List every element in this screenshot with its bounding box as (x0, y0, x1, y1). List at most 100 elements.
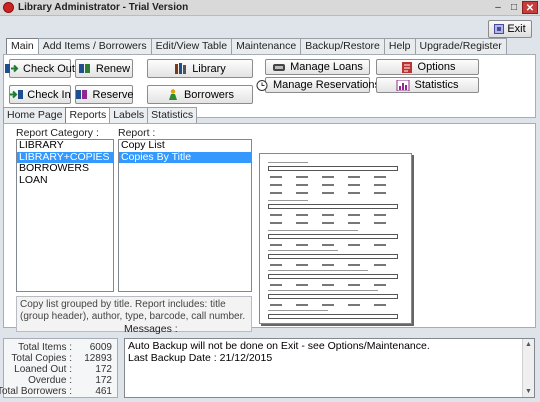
preview-row (270, 304, 390, 306)
preview-text (268, 250, 338, 251)
list-item[interactable]: Copies By Title (119, 151, 251, 163)
reports-panel: Report Category : Report : LIBRARY LIBRA… (3, 123, 536, 332)
statistics-button[interactable]: Statistics (376, 77, 479, 93)
preview-table-header (268, 166, 398, 171)
library-label: Library (192, 62, 226, 75)
manage-loans-button[interactable]: Manage Loans (265, 59, 370, 75)
tab-backup-restore[interactable]: Backup/Restore (300, 38, 385, 54)
preview-row (270, 192, 390, 194)
manage-reservations-label: Manage Reservations (273, 79, 381, 91)
exit-button[interactable]: Exit (488, 20, 532, 38)
preview-text (268, 230, 358, 231)
check-out-icon (5, 64, 19, 73)
tab-statistics[interactable]: Statistics (147, 107, 198, 123)
borrowers-label: Borrowers (183, 88, 235, 101)
messages-scrollbar[interactable]: ▲ ▼ (522, 339, 534, 397)
message-line: Last Backup Date : 21/12/2015 (128, 351, 273, 364)
tab-help[interactable]: Help (383, 38, 416, 54)
report-category-label: Report Category : (16, 127, 99, 139)
renew-label: Renew (95, 62, 131, 75)
check-out-button[interactable]: Check Out (5, 59, 75, 78)
preview-row (270, 264, 390, 266)
renew-button[interactable]: Renew (75, 59, 133, 78)
check-in-icon (10, 90, 24, 99)
preview-table-header (268, 234, 398, 239)
stat-overdue: Overdue :172 (28, 375, 112, 386)
scroll-up-icon[interactable]: ▲ (523, 339, 534, 350)
preview-table-header (268, 294, 398, 299)
report-category-list[interactable]: LIBRARY LIBRARY+COPIES BORROWERS LOAN (16, 139, 114, 292)
sub-tab-strip: Home Page Reports Labels Statistics (3, 107, 198, 123)
title-bar: Library Administrator - Trial Version – … (0, 0, 540, 16)
statistics-icon (396, 79, 410, 91)
preview-text (268, 290, 378, 291)
close-window-button[interactable]: ✕ (522, 1, 538, 14)
tab-edit-view-table[interactable]: Edit/View Table (150, 38, 233, 54)
preview-row (270, 222, 390, 224)
statistics-label: Statistics (414, 79, 459, 91)
library-button[interactable]: Library (147, 59, 253, 78)
borrowers-button[interactable]: Borrowers (147, 85, 253, 104)
list-item[interactable]: LIBRARY (17, 139, 113, 152)
preview-table-header (268, 274, 398, 279)
stat-total-copies: Total Copies :12893 (11, 353, 112, 364)
stat-total-borrowers: Total Borrowers :461 (0, 386, 112, 397)
tab-upgrade-register[interactable]: Upgrade/Register (414, 38, 507, 54)
maximize-button[interactable]: □ (506, 1, 522, 14)
window-title: Library Administrator - Trial Version (18, 2, 189, 13)
preview-table-header (268, 314, 398, 319)
stat-total-items: Total Items :6009 (18, 342, 112, 353)
stat-loaned-out: Loaned Out :172 (14, 364, 112, 375)
preview-text (268, 310, 328, 311)
preview-text (268, 200, 308, 201)
preview-text (268, 162, 308, 163)
preview-text (268, 270, 368, 271)
list-item[interactable]: BORROWERS (17, 162, 113, 175)
list-item[interactable]: LOAN (17, 174, 113, 187)
tab-labels[interactable]: Labels (109, 107, 149, 123)
reserve-button[interactable]: Reserve (75, 85, 133, 104)
tab-main[interactable]: Main (6, 38, 39, 55)
renew-icon (78, 64, 90, 73)
message-line: Auto Backup will not be done on Exit - s… (128, 340, 430, 352)
tab-reports[interactable]: Reports (65, 107, 111, 123)
reserve-icon (75, 90, 87, 99)
scroll-down-icon[interactable]: ▼ (523, 386, 534, 397)
preview-row (270, 214, 390, 216)
check-in-label: Check In (27, 88, 71, 101)
report-label: Report : (118, 127, 156, 139)
report-list[interactable]: Copy List Copies By Title (118, 139, 252, 292)
preview-row (270, 176, 390, 178)
options-button[interactable]: Options (376, 59, 479, 75)
preview-table-header (268, 254, 398, 259)
loans-icon (273, 63, 286, 71)
reserve-label: Reserve (92, 88, 134, 101)
preview-row (270, 244, 390, 246)
check-in-button[interactable]: Check In (9, 85, 71, 104)
main-window: Exit Main Add Items / Borrowers Edit/Vie… (0, 16, 540, 402)
clock-icon (256, 79, 268, 91)
stats-panel: Total Items :6009 Total Copies :12893 Lo… (0, 338, 118, 398)
manage-loans-label: Manage Loans (290, 61, 363, 73)
options-label: Options (417, 61, 456, 73)
messages-box[interactable]: Auto Backup will not be done on Exit - s… (124, 338, 535, 398)
check-out-label: Check Out (23, 62, 75, 75)
minimize-button[interactable]: – (490, 1, 506, 14)
list-item[interactable]: Copy List (119, 139, 251, 152)
tab-add-items-borrowers[interactable]: Add Items / Borrowers (37, 38, 152, 54)
preview-row (270, 284, 390, 286)
preview-row (270, 184, 390, 186)
preview-table-header (268, 204, 398, 209)
exit-label: Exit (507, 23, 526, 35)
books-icon (175, 63, 187, 74)
tab-maintenance[interactable]: Maintenance (231, 38, 302, 54)
borrowers-icon (168, 89, 177, 100)
manage-reservations-button[interactable]: Manage Reservations (256, 77, 380, 93)
options-icon (401, 61, 412, 73)
exit-door-icon (494, 24, 505, 34)
app-logo-icon (3, 2, 14, 13)
report-preview (259, 153, 412, 324)
main-tab-strip: Main Add Items / Borrowers Edit/View Tab… (6, 38, 507, 55)
tab-home-page[interactable]: Home Page (3, 107, 67, 123)
messages-label: Messages : (124, 323, 178, 335)
